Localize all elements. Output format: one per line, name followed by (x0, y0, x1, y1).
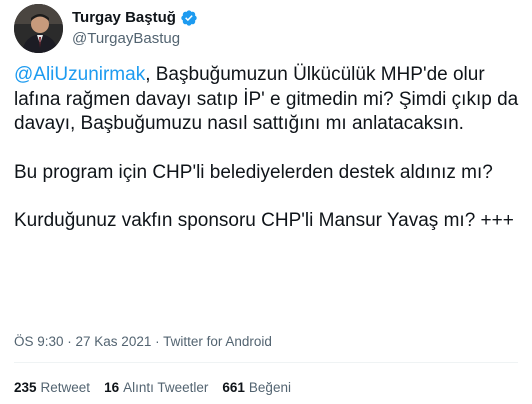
mention-link[interactable]: @AliUzunirmak (14, 64, 145, 85)
avatar-image (14, 4, 63, 53)
likes-label: Beğeni (248, 380, 291, 395)
tweet-timestamp[interactable]: ÖS 9:30 · 27 Kas 2021 · (14, 334, 160, 349)
author-name-row[interactable]: Turgay Baştuğ (72, 8, 198, 28)
tweet-metadata: ÖS 9:30 · 27 Kas 2021 · Twitter for Andr… (14, 333, 272, 351)
divider (14, 362, 518, 363)
retweets-label: Retweet (40, 380, 91, 395)
tweet-source[interactable]: Twitter for Android (163, 334, 272, 349)
quote-tweets-count: 16 (104, 380, 120, 395)
quote-tweets-stat[interactable]: 16 Alıntı Tweetler (104, 379, 208, 397)
display-name[interactable]: Turgay Baştuğ (72, 8, 176, 28)
engagement-stats: 235 Retweet 16 Alıntı Tweetler 661 Beğeni (14, 379, 291, 397)
tweet-paragraph: Bu program için CHP'li belediyelerden de… (14, 161, 493, 183)
tweet-paragraph: Kurduğunuz vakfın sponsoru CHP'li Mansur… (14, 210, 514, 231)
avatar[interactable] (14, 4, 63, 53)
verified-badge-icon (180, 9, 198, 27)
quote-tweets-label: Alıntı Tweetler (123, 380, 209, 395)
retweets-count: 235 (14, 380, 37, 395)
tweet-text: @AliUzunirmak, Başbuğumuzun Ülkücülük MH… (14, 63, 519, 234)
likes-count: 661 (222, 380, 245, 395)
likes-stat[interactable]: 661 Beğeni (222, 379, 291, 397)
retweets-stat[interactable]: 235 Retweet (14, 379, 90, 397)
author-handle[interactable]: @TurgayBastug (72, 29, 180, 49)
tweet-card: Turgay Baştuğ @TurgayBastug @AliUzunirma… (0, 0, 532, 404)
tweet-paragraph: @AliUzunirmak, Başbuğumuzun Ülkücülük MH… (14, 63, 519, 137)
